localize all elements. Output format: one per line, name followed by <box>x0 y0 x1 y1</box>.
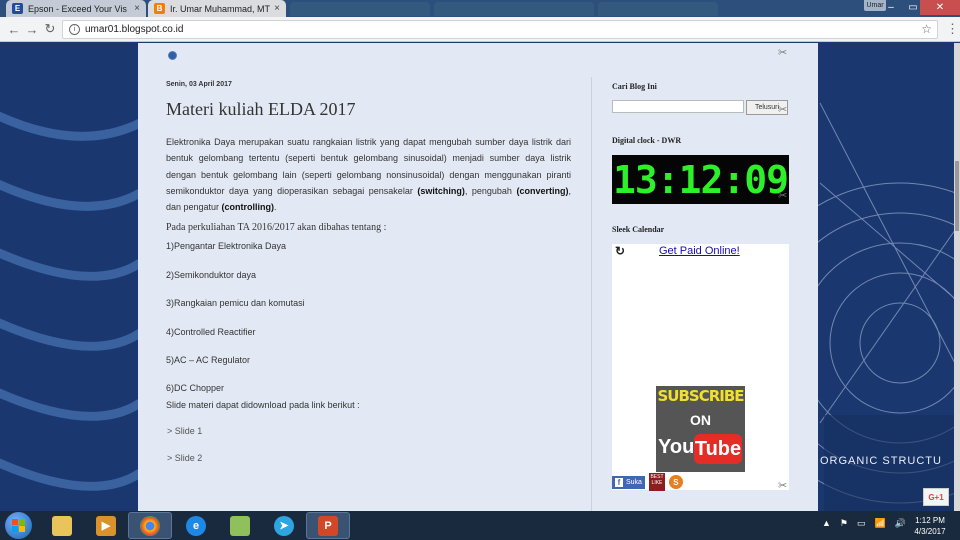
edit-wrench-icon[interactable]: ✂ <box>778 103 787 116</box>
tab-title: Ir. Umar Muhammad, MT <box>170 3 271 14</box>
taskbar-chrome[interactable] <box>128 512 172 539</box>
browser-tab-strip: E Epson - Exceed Your Vis × B Ir. Umar M… <box>0 0 960 17</box>
chrome-icon <box>140 515 160 536</box>
post-intro-text: , pengubah <box>464 185 517 196</box>
topic-item: 2)Semikonduktor daya <box>166 269 257 280</box>
youtube-you-text: You <box>658 436 695 458</box>
display-icon[interactable]: ▭ <box>857 518 866 529</box>
share-icon[interactable]: S <box>668 475 683 489</box>
calendar-widget-title: Sleek Calendar <box>612 225 665 234</box>
post-intro-text: . <box>274 202 277 213</box>
edit-wrench-icon[interactable]: ✂ <box>778 46 787 59</box>
topic-item: 4)Controlled Reactifier <box>166 326 256 337</box>
post-title[interactable]: Materi kuliah ELDA 2017 <box>166 99 571 120</box>
topic-item: 5)AC – AC Regulator <box>166 355 251 366</box>
on-text: ON <box>690 412 711 428</box>
internet-explorer-icon: e <box>186 515 206 536</box>
blog-post: Senin, 03 April 2017 Materi kuliah ELDA … <box>166 81 571 463</box>
forward-arrow-icon[interactable]: → <box>24 21 40 37</box>
tab-blog[interactable]: B Ir. Umar Muhammad, MT × <box>148 0 286 17</box>
like-badge[interactable]: BEST LIKE <box>648 473 665 491</box>
page-scrollbar[interactable] <box>954 43 960 511</box>
fb-like-label: Suka <box>626 478 642 486</box>
windows-flag-icon <box>12 519 25 532</box>
digital-clock: 13:12:09 <box>612 155 789 204</box>
taskbar-date: 4/3/2017 <box>914 527 946 536</box>
youtube-subscribe-banner[interactable]: SUBSCRIBE ON You Tube <box>656 386 745 472</box>
reload-icon[interactable]: ↻ <box>42 21 58 37</box>
post-intro-bold: (controlling) <box>221 202 275 213</box>
browser-toolbar: ← → ↻ i umar01.blogspot.co.id ☆ <box>0 17 960 42</box>
folder-icon <box>52 515 72 536</box>
post-date: Senin, 03 April 2017 <box>166 81 232 88</box>
post-intro: Elektronika Daya merupakan suatu rangkai… <box>166 134 571 215</box>
tab-close-icon[interactable]: × <box>134 3 140 14</box>
taskbar-explorer[interactable] <box>40 512 84 539</box>
subscribe-text: SUBSCRIBE <box>657 387 744 405</box>
epson-favicon-icon: E <box>12 3 23 14</box>
topic-item: 1)Pengantar Elektronika Daya <box>166 241 287 252</box>
scrollbar-thumb[interactable] <box>955 161 959 231</box>
back-arrow-icon[interactable]: ← <box>6 21 22 37</box>
post-intro-bold: (switching) <box>417 185 465 196</box>
edit-wrench-icon[interactable]: ✂ <box>778 189 787 202</box>
photo-viewer-icon <box>230 515 250 536</box>
taskbar-time: 1:12 PM <box>915 516 945 525</box>
taskbar-media-player[interactable]: ▶ <box>84 512 128 539</box>
background-tab[interactable] <box>434 2 594 16</box>
google-plus-button[interactable]: G+1 <box>923 488 949 506</box>
background-tab[interactable] <box>598 2 718 16</box>
blogger-favicon-icon: B <box>154 3 165 14</box>
sidebar-divider <box>591 77 592 511</box>
tab-epson[interactable]: E Epson - Exceed Your Vis × <box>6 0 146 17</box>
search-widget-title: Cari Blog Ini <box>612 82 657 91</box>
background-overlay-text: ORGANIC STRUCTU <box>820 455 942 467</box>
bookmark-star-icon[interactable]: ☆ <box>921 22 932 36</box>
calendar-widget: ↻ Get Paid Online! SUBSCRIBE ON You Tube… <box>612 244 789 491</box>
facebook-like-button[interactable]: f Suka <box>612 475 645 489</box>
media-player-icon: ▶ <box>96 515 116 536</box>
taskbar-photo-viewer[interactable] <box>218 512 262 539</box>
taskbar-ie[interactable]: e <box>174 512 218 539</box>
topic-item: 3)Rangkaian pemicu dan komutasi <box>166 298 305 309</box>
taskbar-telegram[interactable]: ➤ <box>262 512 306 539</box>
slide-link[interactable]: > Slide 1 <box>167 426 571 436</box>
background-tab[interactable] <box>290 2 430 16</box>
youtube-tube-logo: Tube <box>694 434 742 464</box>
slides-intro: Slide materi dapat didownload pada link … <box>166 400 360 411</box>
taskbar-powerpoint[interactable]: P <box>306 512 350 539</box>
post-intro-bold: (converting) <box>516 185 569 196</box>
action-center-flag-icon[interactable]: ⚑ <box>840 518 848 529</box>
slide-link[interactable]: > Slide 2 <box>167 453 571 463</box>
topic-item: 6)DC Chopper <box>166 383 225 394</box>
system-tray: ▲ ⚑ ▭ 📶 🔊 <box>822 518 906 529</box>
start-button[interactable] <box>5 512 32 539</box>
topics-intro: Pada perkuliahan TA 2016/2017 akan dibah… <box>166 222 387 234</box>
blog-page: ✂ Senin, 03 April 2017 Materi kuliah ELD… <box>138 43 818 511</box>
show-hidden-icons-icon[interactable]: ▲ <box>822 518 831 529</box>
window-close-icon[interactable]: ✕ <box>920 0 960 15</box>
site-info-icon[interactable]: i <box>69 24 80 35</box>
network-signal-icon[interactable]: 📶 <box>875 518 886 529</box>
telegram-icon: ➤ <box>274 515 294 536</box>
globe-icon <box>168 51 177 60</box>
taskbar-clock[interactable]: 1:12 PM 4/3/2017 <box>905 515 955 537</box>
refresh-icon[interactable]: ↻ <box>615 244 625 258</box>
tab-title: Epson - Exceed Your Vis <box>28 3 127 14</box>
blog-search-input[interactable] <box>612 100 744 113</box>
tab-close-icon[interactable]: × <box>274 3 280 14</box>
clock-widget-title: Digital clock - DWR <box>612 136 682 145</box>
facebook-icon: f <box>615 477 623 487</box>
browser-menu-icon[interactable]: ⋮ <box>946 21 959 37</box>
url-text[interactable]: umar01.blogspot.co.id <box>85 24 183 35</box>
get-paid-link[interactable]: Get Paid Online! <box>659 245 740 257</box>
social-buttons: f Suka BEST LIKE S <box>612 473 683 491</box>
windows-taskbar: ▶ e ➤ P ▲ ⚑ ▭ 📶 🔊 1:12 PM 4/3/2017 <box>0 511 960 540</box>
address-bar[interactable]: i umar01.blogspot.co.id ☆ <box>62 20 938 39</box>
edit-wrench-icon[interactable]: ✂ <box>778 479 787 492</box>
powerpoint-icon: P <box>318 515 338 536</box>
topics-list: 1)Pengantar Elektronika Daya 2)Semikondu… <box>166 241 571 400</box>
minimize-icon[interactable]: – <box>880 0 902 15</box>
